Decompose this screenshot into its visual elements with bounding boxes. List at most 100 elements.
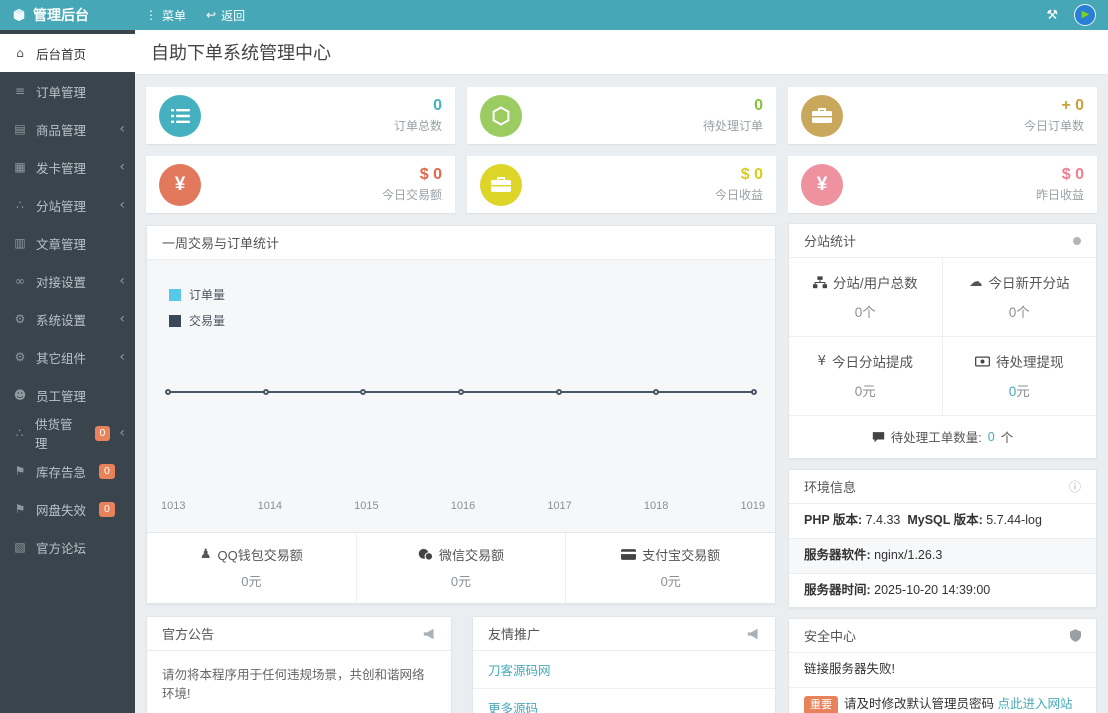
sidebar-item-label: 官方论坛 — [36, 541, 87, 556]
sidebar-item-orders[interactable]: ≡ 订单管理 — [0, 72, 135, 110]
sidebar-item-system[interactable]: ⚙ 系统设置 ‹ — [0, 300, 135, 338]
yuan-icon: ¥ — [159, 163, 201, 206]
server-link-status: 链接服务器失败! — [789, 653, 1096, 688]
php-mysql-row: PHP 版本: 7.4.33 MySQL 版本: 5.7.44-log — [789, 504, 1096, 539]
sidebar-item-netdisk[interactable]: ⚑ 网盘失效 0 — [0, 490, 135, 528]
friend-link[interactable]: 更多源码 — [473, 689, 775, 713]
important-badge: 重要 — [804, 696, 838, 713]
sidebar-item-home[interactable]: ⌂ 后台首页 — [0, 34, 135, 72]
stat-value: + 0 — [1061, 96, 1084, 114]
chart-legend: 订单量交易量 — [169, 286, 225, 338]
sidebar-item-branches[interactable]: ∴ 分站管理 ‹ — [0, 186, 135, 224]
x-tick-label: 1019 — [740, 500, 765, 512]
password-warning-row: 重要请及时修改默认管理员密码 点此进入网站信息配置修改 — [789, 688, 1096, 713]
sidebar-item-components[interactable]: ⚙ 其它组件 ‹ — [0, 338, 135, 376]
legend-label: 交易量 — [189, 314, 226, 328]
stat-value: 0 — [433, 96, 442, 114]
pending-tickets: 待处理工单数量: 0 个 — [789, 416, 1096, 458]
back-icon: ↩ — [206, 8, 217, 22]
friend-link[interactable]: 刀客源码网 — [473, 651, 775, 689]
cube-icon — [12, 8, 26, 22]
chart-point — [165, 388, 171, 395]
env-info-panel: 环境信息 ⓘ PHP 版本: 7.4.33 MySQL 版本: 5.7.44-l… — [788, 469, 1097, 609]
stat-card-today-profit[interactable]: $ 0 今日收益 — [467, 156, 776, 213]
sidebar-item-articles[interactable]: ▥ 文章管理 — [0, 224, 135, 262]
stat-value: $ 0 — [740, 165, 763, 183]
chevron-left-icon: ‹ — [119, 425, 125, 441]
sidebar-item-api[interactable]: ∞ 对接设置 ‹ — [0, 262, 135, 300]
count-badge: 0 — [99, 463, 115, 479]
sidebar-item-label: 系统设置 — [36, 313, 87, 328]
friend-links-title: 友情推广 — [488, 627, 541, 642]
sidebar-item-label: 商品管理 — [36, 123, 87, 138]
stat-card-pending-orders[interactable]: 0 待处理订单 — [467, 87, 776, 144]
chevron-left-icon: ‹ — [119, 273, 125, 289]
x-tick-label: 1014 — [257, 500, 283, 512]
topbar: 管理后台 ⋮ 菜单 ↩ 返回 ⚒ ▶ — [0, 0, 1108, 30]
cloud-icon: ☁ — [969, 274, 983, 290]
count-badge: 0 — [99, 501, 115, 517]
back-label: 返回 — [221, 8, 246, 23]
legend-item[interactable]: 交易量 — [169, 312, 225, 329]
bullhorn-icon — [747, 628, 760, 640]
env-info-title: 环境信息 — [804, 480, 857, 495]
php-version: 7.4.33 — [865, 513, 901, 527]
branch-users-cell: 分站/用户总数 0个 — [789, 258, 943, 337]
avatar[interactable]: ▶ — [1074, 4, 1096, 26]
money-icon — [975, 356, 990, 367]
announcement-panel: 官方公告 请勿将本程序用于任何违规场景，共创和谐网络环境! — [146, 616, 452, 713]
x-tick-label: 1013 — [161, 500, 186, 512]
sitemap-icon: ∴ — [16, 198, 24, 212]
pending-withdraw-cell: 待处理提现 0元 — [942, 337, 1096, 416]
qq-icon: ♟ — [199, 547, 212, 562]
stat-card-today-orders[interactable]: + 0 今日订单数 — [788, 87, 1097, 144]
new-branches-cell: ☁ 今日新开分站 0个 — [942, 258, 1096, 337]
stat-label: 待处理订单 — [702, 119, 763, 134]
sidebar-item-label: 文章管理 — [36, 237, 87, 252]
legend-item[interactable]: 订单量 — [169, 286, 225, 303]
chevron-left-icon: ‹ — [119, 349, 125, 365]
play-icon: ▶ — [1081, 9, 1090, 20]
chart-x-labels: 1013 1014 1015 1016 1017 1018 1019 — [161, 500, 765, 512]
stat-card-order-total[interactable]: 0 订单总数 — [146, 87, 455, 144]
stat-label: 今日收益 — [714, 188, 763, 203]
hexagon-icon — [480, 94, 522, 137]
stat-card-today-volume[interactable]: ¥ $ 0 今日交易额 — [146, 156, 455, 213]
cogs-icon: ⚙ — [14, 350, 26, 364]
stat-value: 0 — [754, 96, 763, 114]
sidebar-item-forum[interactable]: ▧ 官方论坛 — [0, 528, 135, 566]
wrench-icon[interactable]: ⚒ — [1046, 8, 1058, 23]
sidebar: ⌂ 后台首页 ≡ 订单管理 ▤ 商品管理 ‹ ▦ 发卡管理 ‹ ∴ 分站管理 ‹… — [0, 30, 135, 713]
x-tick-label: 1015 — [354, 500, 379, 512]
stat-value: $ 0 — [419, 165, 442, 183]
sidebar-item-label: 库存告急 — [36, 465, 87, 480]
pay-value: 0元 — [660, 574, 681, 589]
sidebar-item-label: 供货管理 — [35, 418, 73, 451]
menu-toggle[interactable]: ⋮ 菜单 — [145, 7, 186, 24]
sitemap-icon — [812, 275, 827, 289]
sidebar-item-staff[interactable]: ☻ 员工管理 — [0, 376, 135, 414]
stat-card-yesterday-profit[interactable]: ¥ $ 0 昨日收益 — [788, 156, 1097, 213]
briefcase-icon — [480, 163, 522, 206]
sidebar-item-supply[interactable]: ∴ 供货管理 0 ‹ — [0, 414, 135, 452]
server-software: nginx/1.26.3 — [874, 547, 943, 562]
chart-point — [457, 388, 464, 395]
stat-label: 今日订单数 — [1023, 119, 1084, 134]
sidebar-item-cards[interactable]: ▦ 发卡管理 ‹ — [0, 148, 135, 186]
home-icon: ⌂ — [16, 46, 24, 60]
sidebar-item-stock-alert[interactable]: ⚑ 库存告急 0 — [0, 452, 135, 490]
book-icon: ▧ — [14, 540, 26, 554]
pay-label: 支付宝交易额 — [642, 548, 721, 563]
pending-tickets-count: 0 — [987, 429, 995, 444]
chevron-left-icon: ‹ — [119, 197, 125, 213]
chart-point — [750, 388, 757, 395]
back-button[interactable]: ↩ 返回 — [206, 7, 245, 24]
server-time-row: 服务器时间: 2025-10-20 14:39:00 — [804, 582, 991, 597]
sidebar-item-products[interactable]: ▤ 商品管理 ‹ — [0, 110, 135, 148]
announcement-content: 请勿将本程序用于任何违规场景，共创和谐网络环境! — [162, 668, 425, 701]
mysql-version: 5.7.44-log — [986, 513, 1042, 527]
chart-point — [653, 388, 660, 395]
menu-icon: ⋮ — [145, 8, 157, 22]
wechat-cell: 微信交易额 0元 — [355, 533, 566, 603]
shield-icon — [1070, 629, 1081, 643]
